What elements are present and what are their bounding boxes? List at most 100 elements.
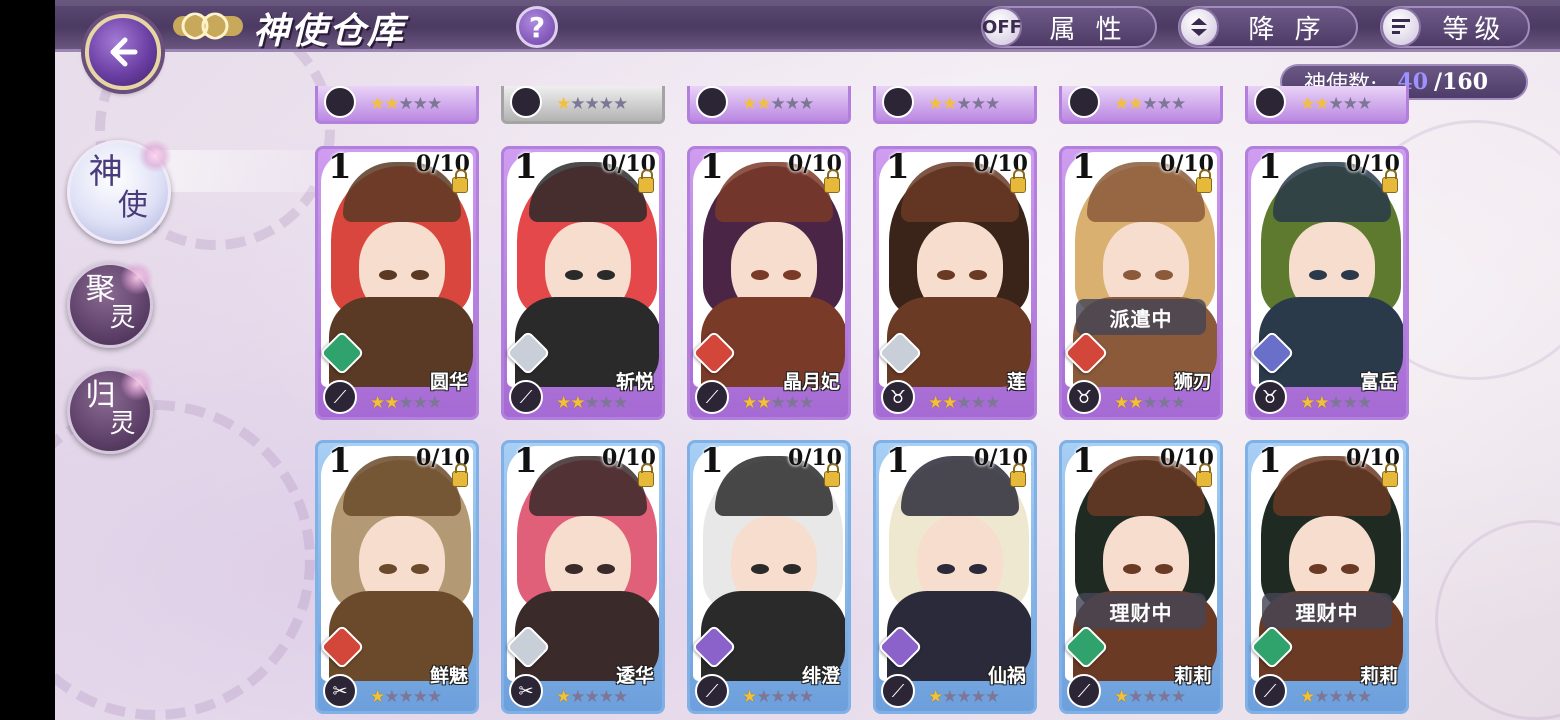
partial-card[interactable]: ★★★★★ [501, 86, 665, 124]
star-rating: ★★★★★ [370, 687, 442, 707]
lock-icon [1382, 463, 1398, 487]
card-name: 富岳 [1359, 371, 1398, 393]
card-level: 1 [328, 147, 352, 187]
card-level: 1 [514, 441, 538, 481]
card-level: 1 [886, 147, 910, 187]
card-name: 绯澄 [801, 665, 840, 687]
portrait-eye [969, 564, 987, 574]
portrait-eye [751, 564, 769, 574]
lock-icon [824, 463, 840, 487]
scissors-class-icon: ✂ [509, 674, 543, 708]
unit-card[interactable]: 1 0/10 理财中 莉莉 ⟋ ★★★★★ [1059, 440, 1223, 714]
portrait-eye [783, 564, 801, 574]
partial-card[interactable]: ★★★★★ [687, 86, 851, 124]
sword-class-icon: ⟋ [323, 380, 357, 414]
partial-card[interactable]: ★★★★★ [1059, 86, 1223, 124]
filter-attribute-button[interactable]: OFF 属 性 [981, 6, 1157, 48]
sort-key-button[interactable]: 等级 [1380, 6, 1530, 48]
lock-icon [1196, 169, 1212, 193]
sort-key-label: 等级 [1442, 14, 1507, 45]
card-name: 鲜魅 [429, 665, 468, 687]
flower-icon [120, 261, 154, 295]
unit-card[interactable]: 1 0/10 圆华 ⟋ ★★★★★ [315, 146, 479, 420]
portrait-eye [1123, 564, 1141, 574]
side-nav-button-0[interactable]: 神使 [67, 139, 172, 244]
side-nav-char-1: 聚 [85, 272, 116, 308]
sort-order-button[interactable]: 降 序 [1178, 6, 1358, 48]
filter-label: 属 性 [1049, 14, 1128, 45]
side-nav-button-2[interactable]: 归灵 [67, 367, 154, 454]
portrait-eye [1341, 564, 1359, 574]
lock-icon [824, 169, 840, 193]
unit-card[interactable]: 1 0/10 鲜魅 ✂ ★★★★★ [315, 440, 479, 714]
class-icon [1068, 86, 1100, 118]
partial-card[interactable]: ★★★★★ [873, 86, 1037, 124]
back-button[interactable] [85, 14, 161, 90]
sword-class-icon: ⟋ [695, 380, 729, 414]
side-nav-button-1[interactable]: 聚灵 [67, 261, 154, 348]
unit-card[interactable]: 1 0/10 莲 ♉ ★★★★★ [873, 146, 1037, 420]
unit-card[interactable]: 1 0/10 理财中 莉莉 ⟋ ★★★★★ [1245, 440, 1409, 714]
card-name: 狮刃 [1173, 371, 1212, 393]
lock-icon [1196, 463, 1212, 487]
title-decoration-icon [173, 12, 243, 40]
partial-card[interactable]: ★★★★★ [1245, 86, 1409, 124]
unit-card[interactable]: 1 0/10 富岳 ♉ ★★★★★ [1245, 146, 1409, 420]
unit-card[interactable]: 1 0/10 逶华 ✂ ★★★★★ [501, 440, 665, 714]
star-rating: ★★★★★ [742, 393, 814, 413]
ring-decoration [1435, 520, 1560, 720]
card-name: 仙祸 [987, 665, 1026, 687]
filter-toggle[interactable]: OFF [982, 7, 1022, 47]
card-level: 1 [1258, 147, 1282, 187]
star-rating: ★★★★★ [556, 94, 628, 114]
sort-order-icon [1179, 7, 1219, 47]
star-rating: ★★★★★ [1114, 94, 1186, 114]
lock-icon [452, 463, 468, 487]
star-rating: ★★★★★ [928, 687, 1000, 707]
portrait-eye [969, 270, 987, 280]
class-icon [324, 86, 356, 118]
help-button[interactable]: ? [516, 6, 558, 48]
portrait-eye [1309, 564, 1327, 574]
sword-class-icon: ⟋ [1067, 674, 1101, 708]
portrait-eye [1309, 270, 1327, 280]
scissors-class-icon: ✂ [323, 674, 357, 708]
card-name: 莉莉 [1173, 665, 1212, 687]
unit-card[interactable]: 1 0/10 晶月妃 ⟋ ★★★★★ [687, 146, 851, 420]
star-rating: ★★★★★ [1114, 687, 1186, 707]
sword-class-icon: ⟋ [509, 380, 543, 414]
portrait-eye [379, 564, 397, 574]
star-rating: ★★★★★ [370, 94, 442, 114]
class-icon [510, 86, 542, 118]
flower-icon [138, 139, 172, 173]
class-icon [882, 86, 914, 118]
portrait-eye [565, 564, 583, 574]
page-title: 神使仓库 [253, 10, 406, 52]
partial-card[interactable]: ★★★★★ [315, 86, 479, 124]
lock-icon [1382, 169, 1398, 193]
star-rating: ★★★★★ [1300, 687, 1372, 707]
sword-class-icon: ⟋ [695, 674, 729, 708]
unit-card[interactable]: 1 0/10 仙祸 ⟋ ★★★★★ [873, 440, 1037, 714]
card-level: 1 [1258, 441, 1282, 481]
unit-card[interactable]: 1 0/10 斩悦 ⟋ ★★★★★ [501, 146, 665, 420]
star-rating: ★★★★★ [742, 94, 814, 114]
sort-order-label: 降 序 [1248, 14, 1327, 45]
portrait-eye [411, 564, 429, 574]
side-nav-char-2: 灵 [109, 302, 136, 333]
lock-icon [1010, 169, 1026, 193]
star-rating: ★★★★★ [556, 687, 628, 707]
card-name: 晶月妃 [782, 371, 840, 393]
portrait-eye [1155, 564, 1173, 574]
unit-card[interactable]: 1 0/10 派遣中 狮刃 ♉ ★★★★★ [1059, 146, 1223, 420]
side-nav-char-1: 神 [88, 152, 123, 193]
portrait-eye [1123, 270, 1141, 280]
portrait-eye [597, 564, 615, 574]
star-rating: ★★★★★ [556, 393, 628, 413]
horns-class-icon: ♉ [1253, 380, 1287, 414]
star-rating: ★★★★★ [1300, 94, 1372, 114]
portrait-eye [937, 270, 955, 280]
unit-card[interactable]: 1 0/10 绯澄 ⟋ ★★★★★ [687, 440, 851, 714]
sort-lines-icon [1381, 7, 1421, 47]
portrait-eye [1341, 270, 1359, 280]
